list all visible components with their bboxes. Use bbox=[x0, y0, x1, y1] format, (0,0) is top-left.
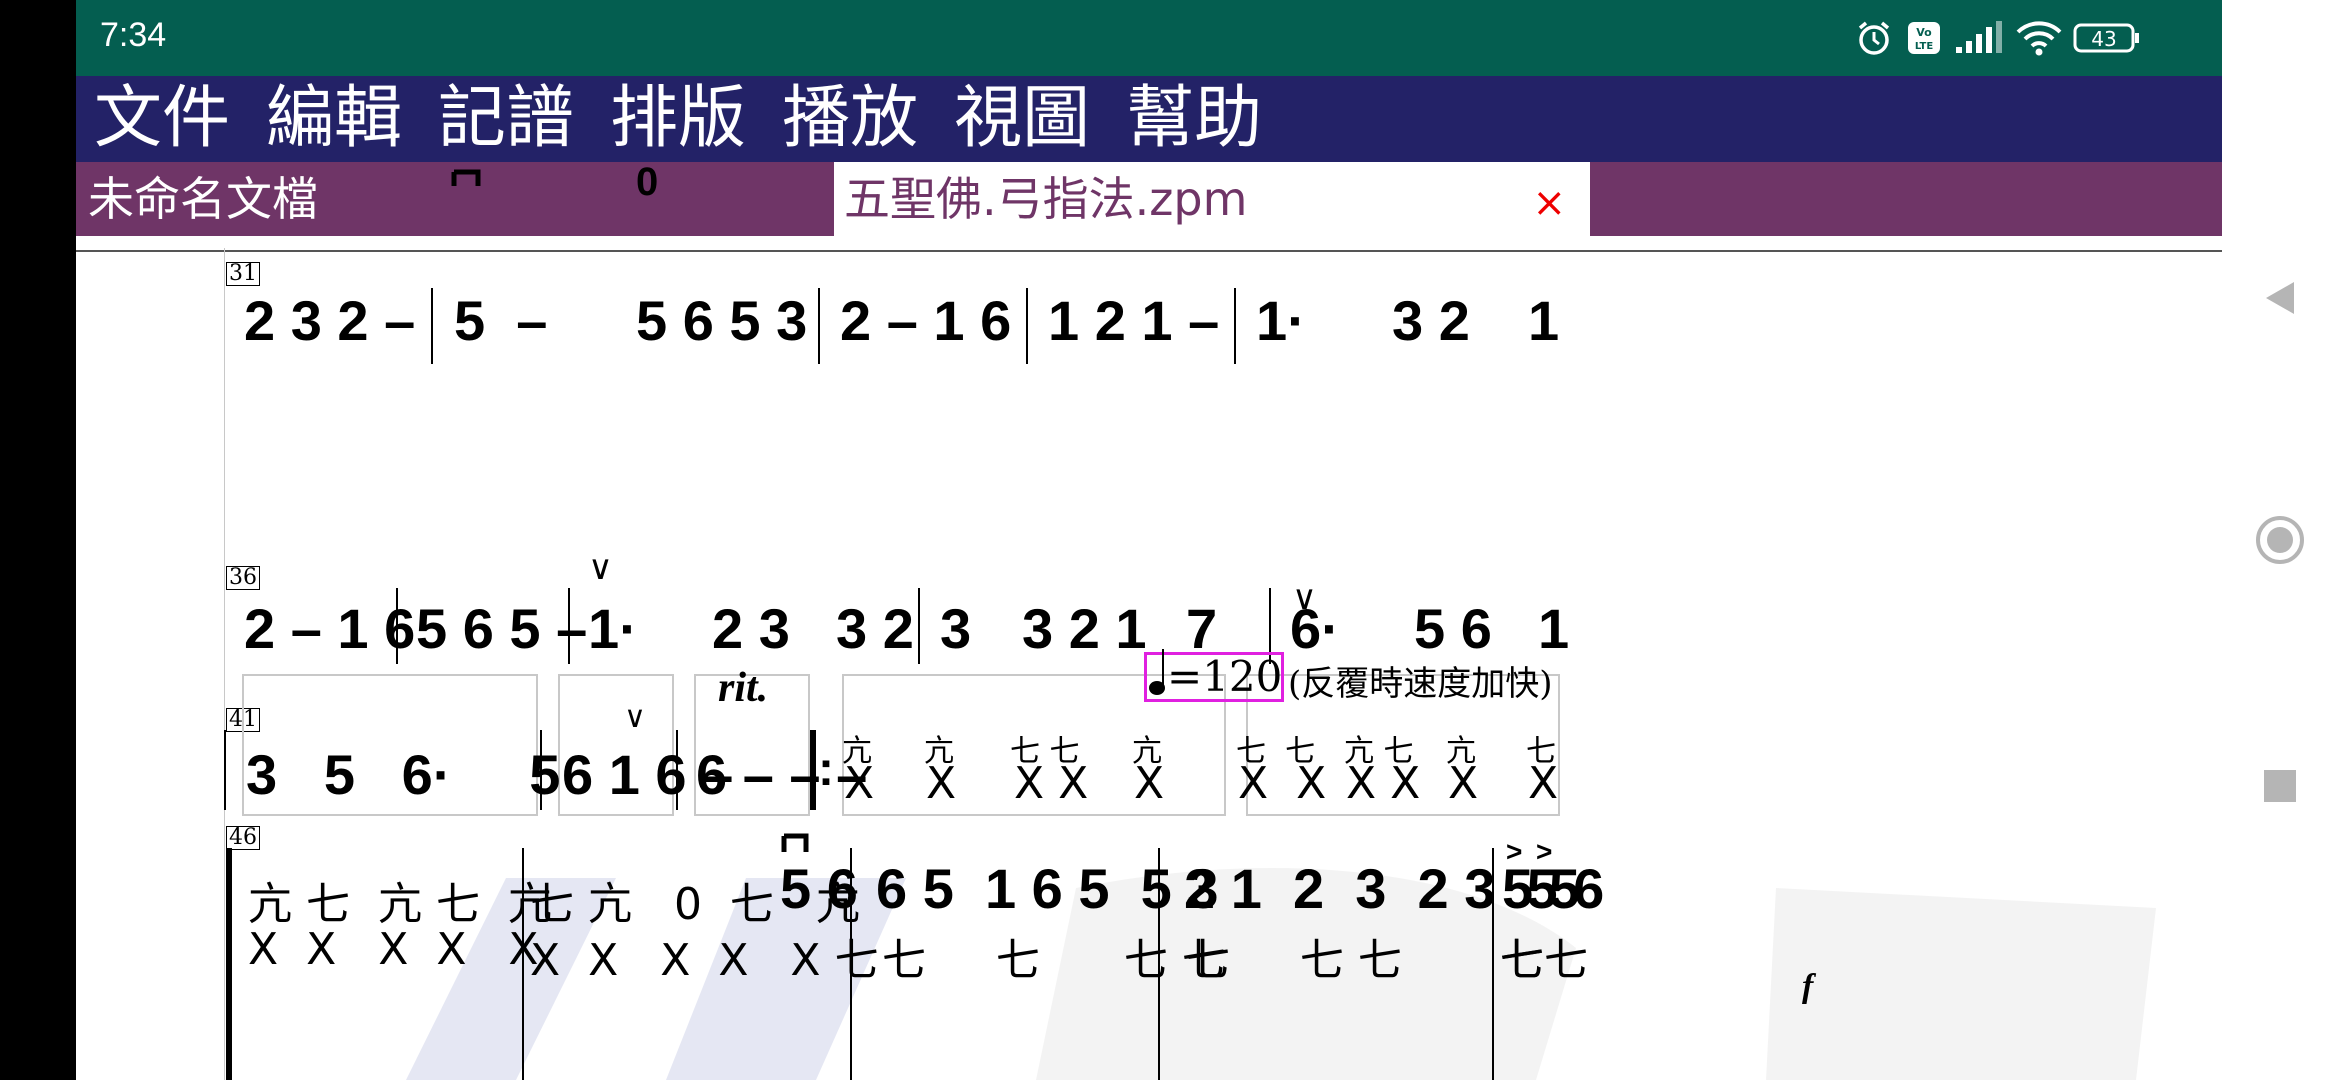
tempo-description: (反覆時速度加快) bbox=[1288, 664, 1553, 704]
forte-dynamic: f bbox=[1802, 968, 1814, 1005]
accent-mark: > bbox=[1506, 836, 1523, 867]
barline bbox=[918, 588, 920, 664]
measure-31[interactable]: 2 3 2 – bbox=[244, 288, 415, 353]
menu-edit[interactable]: 編輯 bbox=[266, 76, 402, 162]
navigation-bar bbox=[2222, 0, 2340, 1080]
rest-mark: 0 bbox=[636, 160, 659, 204]
perc-bottom: X bbox=[1448, 758, 1479, 809]
perc-bottom: X X bbox=[1238, 758, 1327, 809]
wifi-icon bbox=[2014, 18, 2064, 58]
barline bbox=[1026, 288, 1028, 364]
perc-bottom: X X bbox=[1014, 758, 1089, 809]
tab-active-label: 五聖佛.弓指法.zpm bbox=[844, 172, 1248, 226]
app-screen: 7:34 Vo LTE 43 文件 編輯 記譜 排版 播放 視圖 幫助 未命名文檔… bbox=[76, 0, 2222, 1080]
measure-41[interactable]: 3 5 6· 5 bbox=[246, 742, 560, 807]
tempo-value: =120 bbox=[1167, 652, 1283, 701]
measure-number: 36 bbox=[226, 566, 260, 590]
svg-text:Vo: Vo bbox=[1916, 26, 1932, 39]
measure-number: 46 bbox=[226, 826, 260, 850]
menu-view[interactable]: 視圖 bbox=[954, 76, 1090, 162]
down-bow-icon bbox=[451, 169, 481, 186]
signal-icon bbox=[1952, 18, 2006, 58]
barline bbox=[396, 588, 398, 664]
barline bbox=[818, 288, 820, 364]
measure-33[interactable]: 2 – 1 6 bbox=[840, 288, 1011, 353]
menu-file[interactable]: 文件 bbox=[94, 76, 230, 162]
battery-icon: 43 bbox=[2072, 18, 2142, 58]
tempo-marking[interactable]: =120 bbox=[1144, 649, 1284, 702]
measure-32[interactable]: 5 – bbox=[454, 288, 547, 353]
repeat-dots: : bbox=[818, 743, 834, 796]
repeat-barline bbox=[810, 730, 816, 810]
perc-bottom: X bbox=[1134, 758, 1165, 809]
perc-bottom: X bbox=[844, 758, 875, 809]
notes-47[interactable]: 6 5 1 6 5 5 3 bbox=[876, 856, 1218, 921]
measure-36[interactable]: 2 – 1 6 bbox=[244, 596, 415, 661]
measure-39[interactable]: 3 bbox=[940, 596, 971, 661]
up-bow-mark: ∨ bbox=[1292, 579, 1317, 617]
recents-square-icon[interactable] bbox=[2252, 758, 2308, 814]
measure-38[interactable]: 1· bbox=[588, 596, 638, 661]
status-bar: 7:34 Vo LTE 43 bbox=[76, 0, 2222, 76]
menu-help[interactable]: 幫助 bbox=[1126, 76, 1262, 162]
menu-layout[interactable]: 排版 bbox=[610, 76, 746, 162]
perc-row-bottom: X X X X X bbox=[248, 924, 539, 975]
tab-untitled-document[interactable]: 未命名文檔 bbox=[88, 162, 318, 236]
back-triangle-icon[interactable] bbox=[2252, 270, 2308, 326]
system-barline bbox=[226, 848, 232, 1080]
svg-text:LTE: LTE bbox=[1915, 41, 1934, 52]
tab-active-document[interactable]: 五聖佛.弓指法.zpm × bbox=[834, 162, 1590, 236]
barline bbox=[676, 730, 678, 810]
home-circle-icon[interactable] bbox=[2252, 512, 2308, 568]
measure-number: 31 bbox=[226, 262, 260, 286]
measure-38-c[interactable]: 3 2 bbox=[836, 596, 914, 661]
barline bbox=[1234, 288, 1236, 364]
accent-mark: > bbox=[1536, 836, 1553, 867]
perc-row-bottom: 七 七 七 七 bbox=[882, 935, 1226, 986]
measure-35-b[interactable]: 3 2 bbox=[1392, 288, 1470, 353]
barline bbox=[850, 848, 852, 1080]
measure-35[interactable]: 1· bbox=[1256, 288, 1306, 353]
barline bbox=[224, 730, 226, 810]
menu-notation[interactable]: 記譜 bbox=[438, 76, 574, 162]
measure-40-c[interactable]: 1 bbox=[1538, 596, 1569, 661]
measure-34[interactable]: 1 2 1 – bbox=[1048, 288, 1219, 353]
up-bow-mark: ∨ bbox=[588, 549, 613, 587]
document-tab-bar: 未命名文檔 五聖佛.弓指法.zpm × bbox=[76, 162, 2222, 236]
perc-bottom: X bbox=[926, 758, 957, 809]
barline bbox=[431, 288, 433, 364]
perc-bottom: X X bbox=[1346, 758, 1421, 809]
perc-row-top: 亢 七 亢 七 亢 bbox=[248, 879, 552, 930]
status-time: 7:34 bbox=[100, 16, 167, 54]
perc-row-bottom: X X X X X 七 bbox=[530, 935, 879, 986]
notes-46[interactable]: 5 6 bbox=[780, 856, 858, 921]
measure-39-b[interactable]: 3 2 1 bbox=[1022, 596, 1147, 661]
close-tab-icon[interactable]: × bbox=[1532, 166, 1566, 240]
measure-35-c[interactable]: 1 bbox=[1528, 288, 1559, 353]
battery-level: 43 bbox=[2091, 27, 2116, 51]
measure-32-b[interactable]: 5 6 5 3 bbox=[636, 288, 807, 353]
volte-icon: Vo LTE bbox=[1904, 18, 1944, 58]
measure-38-b[interactable]: 2 3 bbox=[712, 596, 790, 661]
barline bbox=[540, 730, 542, 810]
menu-bar: 文件 編輯 記譜 排版 播放 視圖 幫助 bbox=[76, 76, 2222, 162]
perc-bottom: X bbox=[1528, 758, 1559, 809]
measure-37[interactable]: 5 6 5 – bbox=[416, 596, 587, 661]
barline bbox=[568, 588, 570, 664]
score-canvas[interactable]: 31 2 3 2 – 5 – 5 6 5 3 2 – 1 6 1 2 1 – 1… bbox=[76, 160, 2222, 1080]
barline bbox=[1492, 848, 1494, 1080]
perc-row-bottom: 七 七 七 七 bbox=[1186, 935, 1544, 986]
barline bbox=[522, 848, 524, 1080]
perc-row-bottom: 七七 bbox=[1500, 935, 1588, 986]
alarm-icon bbox=[1854, 18, 1894, 58]
ritardando-mark: rit. bbox=[718, 665, 769, 711]
down-bow-icon bbox=[781, 833, 809, 852]
barline bbox=[1158, 848, 1160, 1080]
up-bow-mark: ∨ bbox=[624, 701, 646, 734]
system-left-edge bbox=[224, 248, 225, 1080]
note-stem bbox=[1162, 649, 1164, 689]
menu-playback[interactable]: 播放 bbox=[782, 76, 918, 162]
measure-40-b[interactable]: 5 6 bbox=[1414, 596, 1492, 661]
